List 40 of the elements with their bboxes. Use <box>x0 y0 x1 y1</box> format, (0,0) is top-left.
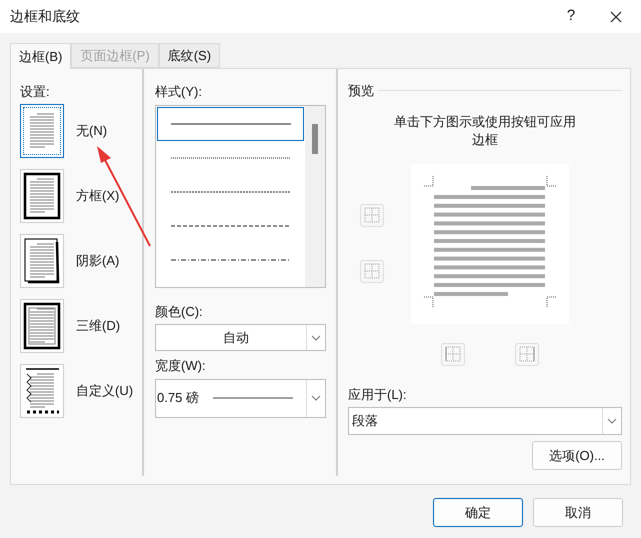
preset-label: 无(N) <box>76 122 108 140</box>
color-dropdown[interactable]: 自动 <box>155 324 326 351</box>
settings-label: 设置: <box>20 83 51 101</box>
border-grid-icon <box>445 346 461 362</box>
border-grid-icon <box>519 346 535 362</box>
window-title: 边框和底纹 <box>10 7 80 26</box>
options-button[interactable]: 选项(O)... <box>532 441 622 470</box>
bottom-border-button[interactable] <box>360 260 384 282</box>
close-icon <box>610 10 622 22</box>
tab[interactable]: 底纹(S) <box>158 43 220 68</box>
preview-hint: 单击下方图示或使用按钮可应用边框 <box>393 112 577 148</box>
style-label: 样式(Y): <box>155 83 203 101</box>
left-border-button[interactable] <box>441 342 465 366</box>
border-preset-icon <box>22 170 62 220</box>
preset-label: 三维(D) <box>76 316 120 335</box>
color-label: 颜色(C): <box>155 302 204 321</box>
scrollbar[interactable] <box>305 106 325 286</box>
apply-to-label: 应用于(L): <box>348 386 408 404</box>
apply-to-dropdown[interactable]: 段落 <box>348 407 622 435</box>
chevron-down-icon <box>311 395 321 401</box>
cancel-button[interactable]: 取消 <box>533 498 623 527</box>
width-dropdown[interactable]: 0.75 磅 <box>155 378 326 418</box>
border-grid-icon <box>364 263 380 279</box>
width-label: 宽度(W): <box>155 357 207 375</box>
top-border-button[interactable] <box>360 204 384 226</box>
scrollbar-thumb[interactable] <box>312 124 318 154</box>
chevron-down-icon <box>607 418 617 424</box>
border-grid-icon <box>364 207 380 223</box>
preview-label: 预览 <box>348 82 374 100</box>
help-button[interactable]: ? <box>549 0 593 33</box>
border-preset-icon <box>22 300 62 350</box>
right-border-button[interactable] <box>515 342 539 366</box>
preset-label: 自定义(U) <box>76 382 134 400</box>
ok-button[interactable]: 确定 <box>433 498 523 527</box>
line-style-option[interactable] <box>157 106 304 140</box>
chevron-down-icon <box>311 334 321 340</box>
border-preset-icon <box>22 236 62 286</box>
tab[interactable]: 边框(B) <box>10 43 72 69</box>
preset-label: 阴影(A) <box>76 252 120 270</box>
preset-label: 方框(X) <box>76 186 120 205</box>
